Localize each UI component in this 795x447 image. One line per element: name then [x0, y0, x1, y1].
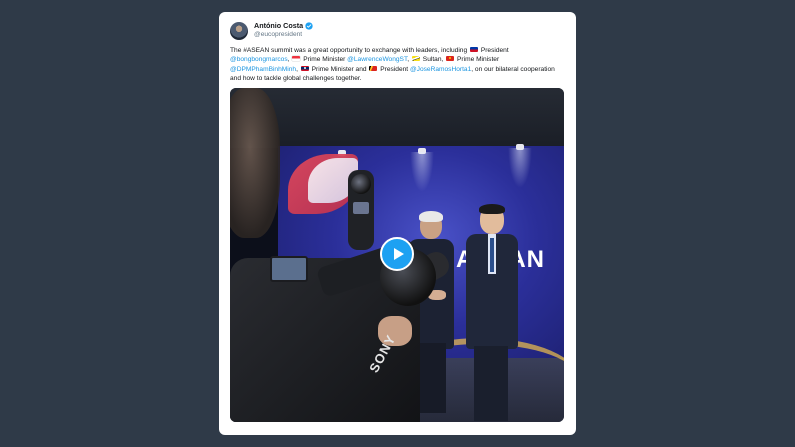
tweet-text-segment: President [380, 65, 409, 73]
tweet-text-segment: Sultan, [422, 56, 444, 64]
mention-link[interactable]: @bongbongmarcos [230, 56, 288, 63]
figure-hair [479, 204, 505, 214]
camera-360-lens [351, 174, 371, 194]
tweet-text-segment: Prime Minister and [311, 65, 367, 73]
tweet-video[interactable]: ASEAN SONY [230, 88, 564, 422]
mention-link[interactable]: @LawrenceWongST [347, 56, 407, 63]
video-scene-ceiling [230, 88, 564, 148]
spotlight [508, 148, 532, 188]
tweet-text-segment: Prime Minister [303, 56, 346, 64]
philippines-flag-icon [469, 47, 478, 52]
tweet-text-segment: The #ASEAN summit was a great opportunit… [230, 47, 468, 54]
verified-badge-icon [305, 21, 313, 30]
mention-link[interactable]: @JoseRamosHorta1 [410, 66, 471, 73]
camera-viewfinder [270, 256, 308, 282]
laos-flag-icon [300, 65, 309, 71]
camera-operator [230, 88, 280, 238]
vietnam-flag-icon [446, 56, 455, 62]
tweet-text-segment: , [287, 56, 290, 64]
tweet-text: The #ASEAN summit was a great opportunit… [230, 46, 566, 83]
figure-tie [490, 238, 494, 272]
brunei-flag-icon [411, 56, 420, 62]
leader-figure-right [462, 204, 524, 421]
tweet-text-segment: Prime Minister [457, 56, 500, 64]
figure-legs [474, 346, 508, 421]
author-name-row: António Costa [254, 21, 313, 30]
camera-360-screen [353, 202, 369, 214]
author-avatar[interactable] [230, 22, 248, 40]
author-display-name[interactable]: António Costa [254, 21, 303, 30]
figure-hair [419, 211, 443, 222]
tweet-text-segment: President [480, 47, 509, 54]
tweet-text-segment: , [407, 56, 410, 64]
play-button[interactable] [380, 237, 414, 271]
play-icon [394, 248, 404, 260]
tweet-text-segment: , [296, 65, 298, 73]
author-handle[interactable]: @eucopresident [254, 31, 302, 38]
mention-link[interactable]: @DPMPhamBinhMinh [230, 66, 296, 73]
tweet-card: António Costa @eucopresident The #ASEAN … [219, 12, 576, 435]
singapore-flag-icon [292, 56, 301, 62]
spotlight [410, 152, 434, 192]
timor-leste-flag-icon [369, 65, 378, 71]
